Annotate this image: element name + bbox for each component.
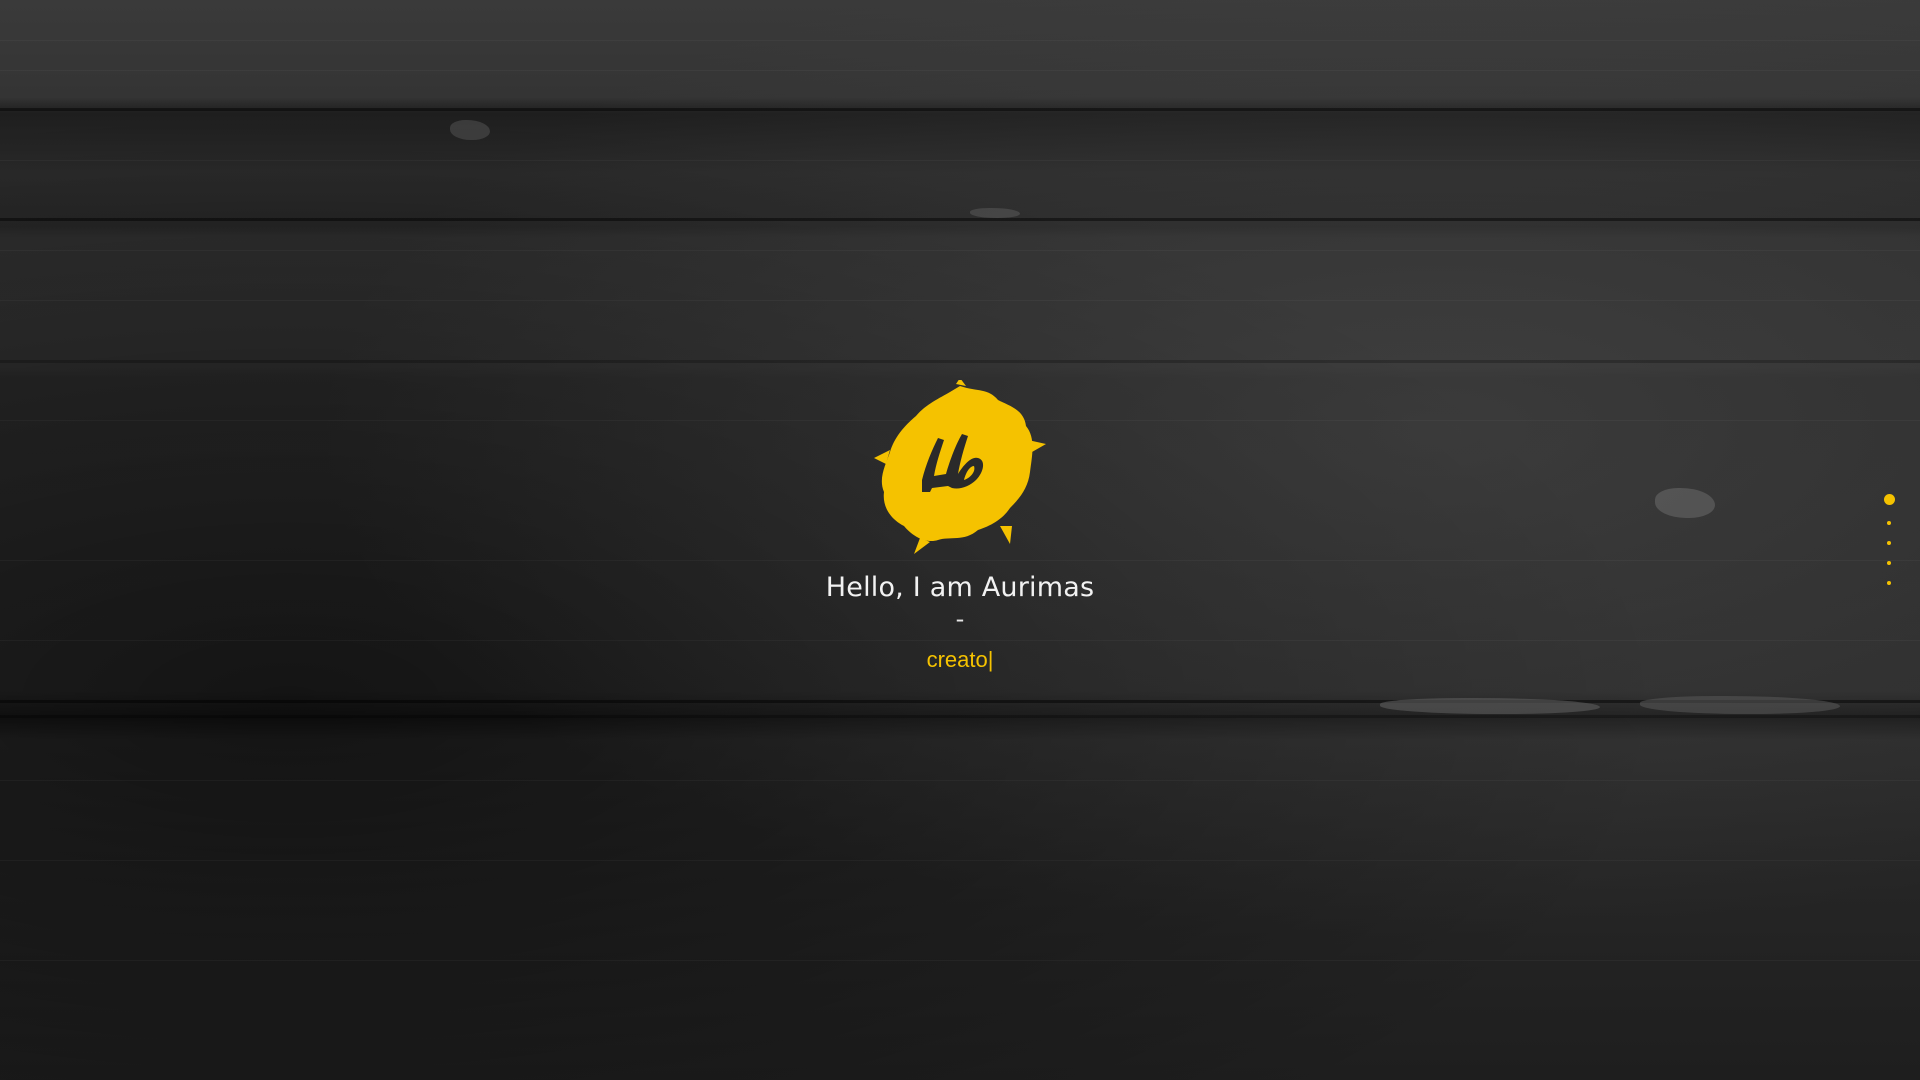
nav-dot-3[interactable] — [1887, 541, 1891, 545]
nav-dot-4[interactable] — [1887, 561, 1891, 565]
paint-chip — [1655, 488, 1715, 518]
typed-role-word: creato — [926, 647, 988, 672]
plank-seam — [0, 360, 1920, 363]
paint-chip — [450, 120, 490, 140]
plank-seam — [0, 715, 1920, 718]
section-nav-dots — [1882, 494, 1896, 601]
nav-dot-5[interactable] — [1887, 581, 1891, 585]
typing-caret: | — [987, 647, 994, 672]
wood-grain — [0, 860, 1920, 861]
nav-dot-1[interactable] — [1883, 494, 1895, 505]
page-background: Hello, I am Aurimas - creato| — [0, 0, 1920, 1080]
wood-grain — [0, 780, 1920, 781]
paint-chip — [1380, 698, 1600, 714]
wood-grain — [0, 960, 1920, 961]
greeting-separator: - — [955, 605, 965, 633]
wood-grain — [0, 70, 1920, 71]
wood-grain — [0, 300, 1920, 301]
nav-dot-2[interactable] — [1887, 521, 1891, 525]
plank-seam — [0, 218, 1920, 221]
brush-stroke-logo-icon[interactable] — [860, 380, 1060, 560]
wood-grain — [0, 160, 1920, 161]
wood-grain — [0, 40, 1920, 41]
wood-grain — [0, 250, 1920, 251]
paint-chip — [1640, 696, 1840, 714]
plank-seam — [0, 700, 1920, 703]
hero-section: Hello, I am Aurimas - creato| — [760, 380, 1160, 673]
greeting-heading: Hello, I am Aurimas — [825, 572, 1095, 603]
typed-role-text: creato| — [760, 647, 1160, 673]
plank-seam — [0, 108, 1920, 111]
paint-chip — [970, 208, 1020, 218]
